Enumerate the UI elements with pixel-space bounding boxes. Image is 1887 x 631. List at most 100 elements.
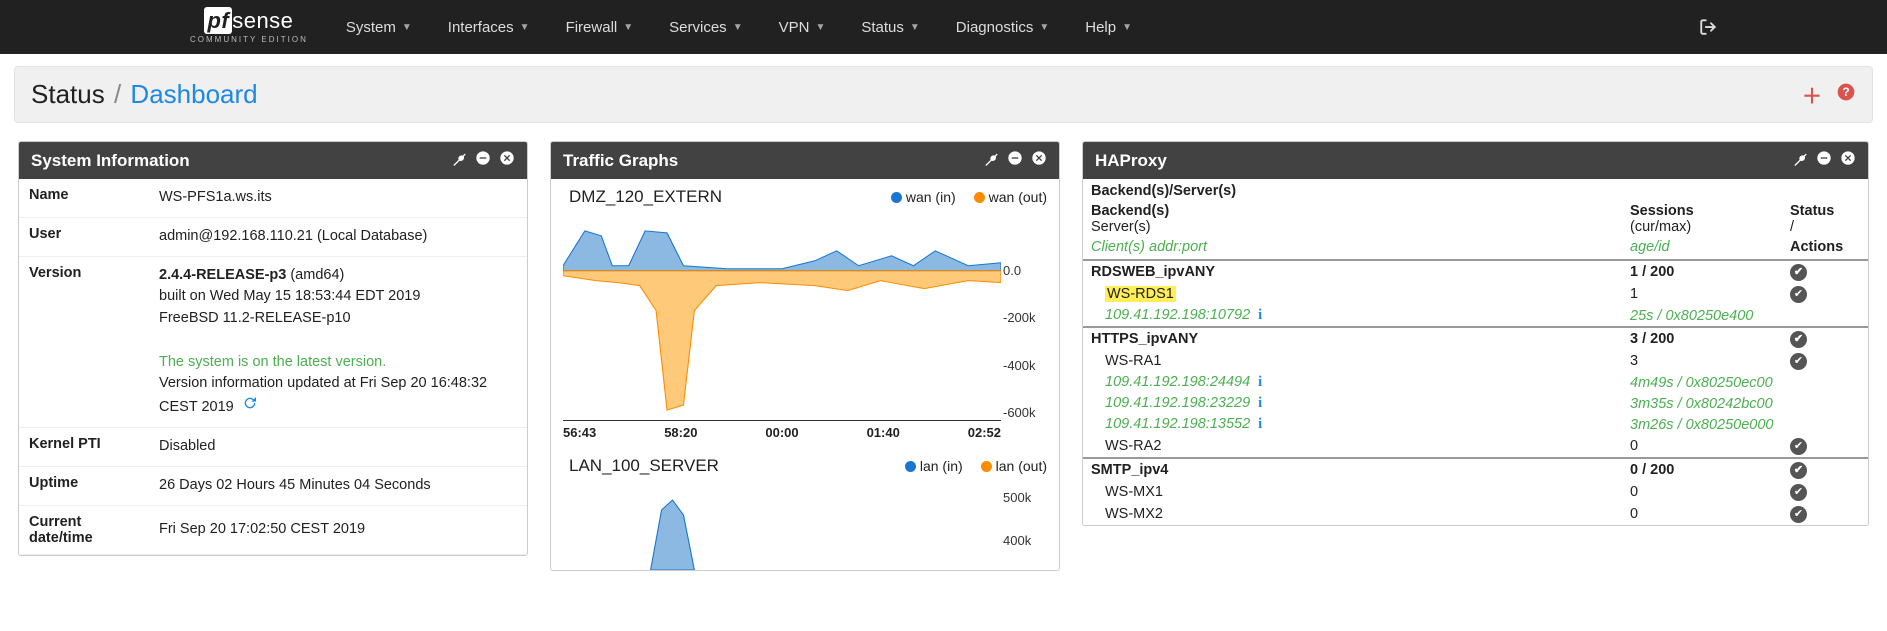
minimize-icon[interactable] (1816, 150, 1832, 171)
sysinfo-table: NameWS-PFS1a.ws.its Useradmin@192.168.11… (19, 179, 527, 555)
caret-icon: ▼ (623, 22, 633, 33)
graph-canvas: 0.0 -200k -400k -600k (563, 211, 1001, 421)
client-row: 109.41.192.198:24494 i4m49s / 0x80250ec0… (1083, 372, 1868, 393)
widget-haproxy: HAProxy Backend(s)/Server(s) Backend(s) … (1082, 141, 1869, 526)
close-icon[interactable] (1031, 150, 1047, 171)
value: admin@192.168.110.21 (Local Database) (149, 217, 527, 256)
table-row: Uptime26 Days 02 Hours 45 Minutes 04 Sec… (19, 466, 527, 505)
status-ok-icon: ✔ (1790, 438, 1807, 455)
navbar: pfsense COMMUNITY EDITION System▼ Interf… (0, 0, 1887, 54)
value: 2.4.4-RELEASE-p3 (amd64) built on Wed Ma… (149, 256, 527, 428)
graph-title: DMZ_120_EXTERN (569, 187, 722, 207)
status-ok-icon: ✔ (1790, 264, 1807, 281)
status-ok-icon: ✔ (1790, 353, 1807, 370)
value: WS-PFS1a.ws.its (149, 179, 527, 217)
info-icon[interactable]: i (1258, 374, 1262, 390)
nav-services[interactable]: Services▼ (651, 0, 760, 54)
graph-legend: wan (in) wan (out) (891, 189, 1047, 205)
brand[interactable]: pfsense COMMUNITY EDITION (190, 10, 308, 44)
widget-header: Traffic Graphs (551, 142, 1059, 179)
label: User (19, 217, 149, 256)
info-icon[interactable]: i (1258, 307, 1262, 323)
client-row: 109.41.192.198:10792 i25s / 0x80250e400 (1083, 305, 1868, 326)
graph-legend: lan (in) lan (out) (905, 458, 1047, 474)
info-icon[interactable]: i (1258, 395, 1262, 411)
nav-menu: System▼ Interfaces▼ Firewall▼ Services▼ … (328, 0, 1150, 54)
status-ok-icon: ✔ (1790, 506, 1807, 523)
version-latest: The system is on the latest version. (159, 354, 386, 370)
label: Uptime (19, 466, 149, 505)
nav-firewall[interactable]: Firewall▼ (548, 0, 652, 54)
client-row: 109.41.192.198:13552 i3m26s / 0x80250e00… (1083, 414, 1868, 435)
table-row: Version 2.4.4-RELEASE-p3 (amd64) built o… (19, 256, 527, 428)
widget-title: Traffic Graphs (563, 151, 678, 171)
caret-icon: ▼ (910, 22, 920, 33)
haproxy-sub-row: Client(s) addr:port age/id Actions (1083, 239, 1868, 259)
haproxy-backend: HTTPS_ipvANY3 / 200✔WS-RA13✔109.41.192.1… (1083, 326, 1868, 457)
widget-system-information: System Information NameWS-PFS1a.ws.its U… (18, 141, 528, 556)
server-row: WS-RA13✔ (1083, 350, 1868, 372)
backend-row: RDSWEB_ipvANY1 / 200✔ (1083, 261, 1868, 283)
widget-header: System Information (19, 142, 527, 179)
haproxy-header-row: Backend(s) Sessions Status (1083, 199, 1868, 219)
logout-icon[interactable] (1699, 0, 1717, 54)
table-row: NameWS-PFS1a.ws.its (19, 179, 527, 217)
breadcrumb-current[interactable]: Dashboard (130, 79, 257, 109)
haproxy-backend: SMTP_ipv40 / 200✔WS-MX10✔WS-MX20✔ (1083, 457, 1868, 525)
wrench-icon[interactable] (451, 150, 467, 171)
brand-subtitle: COMMUNITY EDITION (190, 35, 308, 44)
x-axis: 56:43 58:20 00:00 01:40 02:52 (563, 421, 1001, 448)
caret-icon: ▼ (520, 22, 530, 33)
caret-icon: ▼ (1039, 22, 1049, 33)
widget-row: System Information NameWS-PFS1a.ws.its U… (0, 123, 1887, 571)
minimize-icon[interactable] (475, 150, 491, 171)
traffic-graph-lan: LAN_100_SERVER lan (in) lan (out) 500k 4… (551, 448, 1059, 570)
page-header: Status / Dashboard ＋ ? (14, 66, 1873, 123)
refresh-icon[interactable] (242, 398, 258, 415)
table-row: Useradmin@192.168.110.21 (Local Database… (19, 217, 527, 256)
server-row: WS-RDS11✔ (1083, 283, 1868, 305)
brand-logo: pfsense (204, 10, 293, 32)
label: Kernel PTI (19, 428, 149, 467)
graph-title: LAN_100_SERVER (569, 456, 719, 476)
haproxy-header-row: Backend(s)/Server(s) (1083, 179, 1868, 199)
y-axis: 0.0 -200k -400k -600k (1003, 211, 1043, 420)
nav-interfaces[interactable]: Interfaces▼ (430, 0, 548, 54)
backend-row: SMTP_ipv40 / 200✔ (1083, 459, 1868, 481)
widget-title: System Information (31, 151, 190, 171)
nav-status[interactable]: Status▼ (843, 0, 937, 54)
nav-diagnostics[interactable]: Diagnostics▼ (938, 0, 1067, 54)
swatch-in-icon (905, 461, 916, 472)
status-ok-icon: ✔ (1790, 286, 1807, 303)
widget-title: HAProxy (1095, 151, 1167, 171)
value: 26 Days 02 Hours 45 Minutes 04 Seconds (149, 466, 527, 505)
caret-icon: ▼ (815, 22, 825, 33)
graph-canvas: 500k 400k (563, 480, 1001, 570)
breadcrumb-root[interactable]: Status (31, 79, 105, 109)
add-widget-icon[interactable]: ＋ (1802, 80, 1822, 109)
breadcrumb-sep: / (114, 79, 121, 109)
y-axis: 500k 400k (1003, 490, 1043, 570)
minimize-icon[interactable] (1007, 150, 1023, 171)
nav-vpn[interactable]: VPN▼ (761, 0, 844, 54)
server-row: WS-MX10✔ (1083, 481, 1868, 503)
wrench-icon[interactable] (1792, 150, 1808, 171)
swatch-in-icon (891, 192, 902, 203)
help-icon[interactable]: ? (1836, 82, 1856, 108)
close-icon[interactable] (1840, 150, 1856, 171)
wrench-icon[interactable] (983, 150, 999, 171)
widget-traffic-graphs: Traffic Graphs DMZ_120_EXTERN wan (in) w… (550, 141, 1060, 571)
close-icon[interactable] (499, 150, 515, 171)
table-row: Current date/timeFri Sep 20 17:02:50 CES… (19, 505, 527, 554)
widget-header: HAProxy (1083, 142, 1868, 179)
caret-icon: ▼ (1122, 22, 1132, 33)
value: Disabled (149, 428, 527, 467)
nav-system[interactable]: System▼ (328, 0, 430, 54)
nav-help[interactable]: Help▼ (1067, 0, 1150, 54)
info-icon[interactable]: i (1258, 416, 1262, 432)
server-row: WS-MX20✔ (1083, 503, 1868, 525)
status-ok-icon: ✔ (1790, 462, 1807, 479)
status-ok-icon: ✔ (1790, 331, 1807, 348)
caret-icon: ▼ (733, 22, 743, 33)
label: Current date/time (19, 505, 149, 554)
